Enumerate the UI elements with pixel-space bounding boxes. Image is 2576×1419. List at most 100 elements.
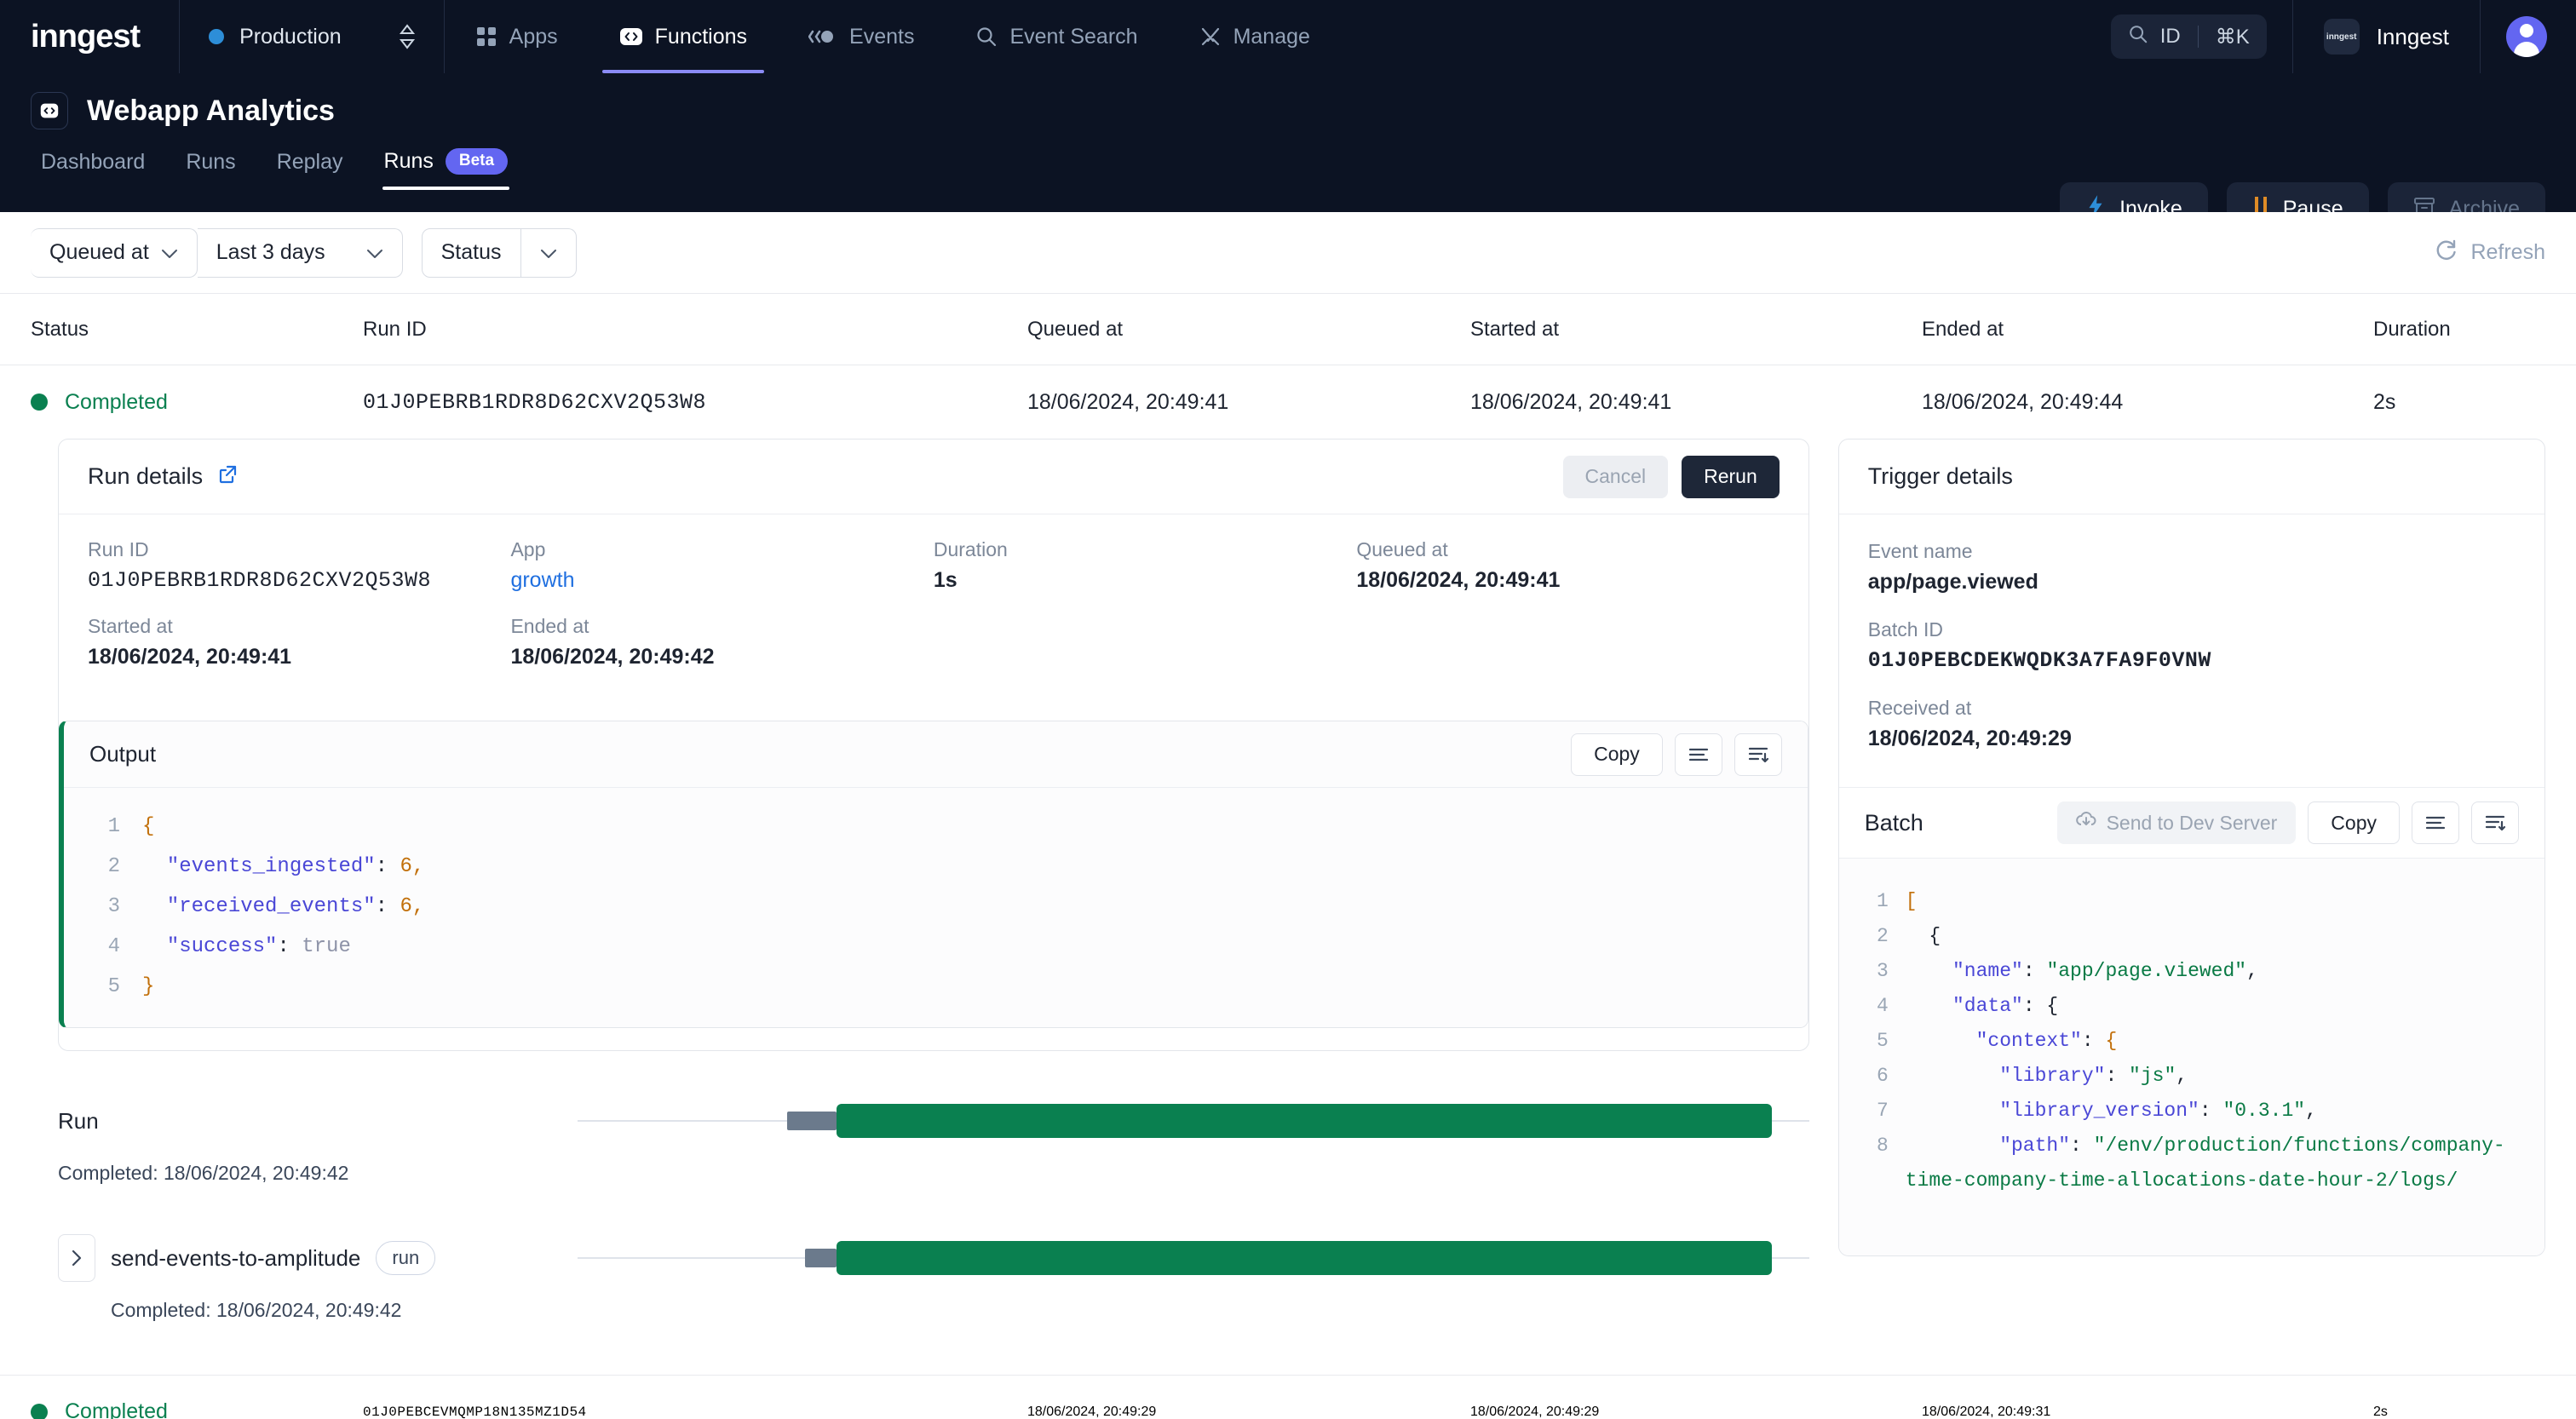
row-started-at: 18/06/2024, 20:49:41: [1470, 389, 1672, 414]
timeline-duration-bar[interactable]: [836, 1104, 1773, 1138]
code-line: 4 "success": true: [64, 927, 1808, 967]
status-filter-label: Status: [440, 240, 502, 264]
timeline-track: [578, 1241, 1809, 1275]
trigger-details-pane: Trigger details Event name app/page.view…: [1837, 439, 2545, 1322]
trigger-event-name: Event name app/page.viewed: [1868, 540, 2516, 595]
nav-item-label: Manage: [1233, 24, 1310, 49]
nav-item-events[interactable]: Events: [785, 0, 938, 73]
code-line-number: 2: [107, 855, 120, 878]
detail-value: 18/06/2024, 20:49:41: [88, 645, 292, 669]
copy-output-button[interactable]: Copy: [1571, 732, 1663, 776]
nav-item-apps[interactable]: Apps: [451, 0, 582, 73]
tab-runs-beta[interactable]: Runs Beta: [364, 148, 529, 190]
code-line: 5}: [64, 967, 1808, 1007]
time-range-filter[interactable]: Last 3 days: [197, 227, 403, 278]
id-search-shortcut: ⌘K: [2215, 25, 2250, 49]
id-search-divider: [2197, 26, 2199, 48]
trigger-details-title: Trigger details: [1867, 463, 2013, 489]
nav-item-event-search[interactable]: Event Search: [952, 0, 1161, 73]
send-to-dev-server-label: Send to Dev Server: [2106, 811, 2278, 834]
column-header-status[interactable]: Status: [31, 318, 363, 342]
rerun-button[interactable]: Rerun: [1682, 455, 1780, 498]
column-header-run-id[interactable]: Run ID: [363, 318, 1027, 342]
expanded-run-panel: Run details Cancel Rerun Run ID 01J0PEBR…: [0, 439, 2576, 1322]
code-line-number: 1: [107, 815, 120, 838]
nav-item-functions[interactable]: Functions: [595, 0, 771, 73]
external-link-icon[interactable]: [216, 463, 239, 490]
user-menu[interactable]: [2481, 0, 2576, 73]
avatar[interactable]: [2506, 16, 2547, 57]
code-line-text: "events_ingested": 6,: [142, 855, 425, 878]
time-range-filter-group: Last 3 days: [197, 227, 403, 278]
code-line-text: "library_version": "0.3.1",: [1905, 1100, 2317, 1122]
chevron-right-icon[interactable]: [58, 1234, 95, 1282]
detail-app: App growth: [510, 538, 933, 593]
column-header-duration[interactable]: Duration: [2373, 318, 2544, 342]
status-dot: [31, 1403, 48, 1419]
status-filter-group: Status: [421, 227, 577, 278]
primary-nav-items: Apps Functions Events Event Search Manag…: [445, 0, 1341, 73]
expand-lines-icon[interactable]: [2471, 801, 2519, 844]
refresh-label: Refresh: [2470, 240, 2545, 264]
status-filter-chevron[interactable]: [520, 227, 577, 278]
cancel-run-button[interactable]: Cancel: [1562, 455, 1669, 498]
row-queued-at: 18/06/2024, 20:49:29: [1027, 1404, 1157, 1419]
row-duration: 2s: [2373, 1404, 2388, 1419]
detail-value-app-link[interactable]: growth: [510, 568, 933, 593]
organization-switcher[interactable]: inngest Inngest: [2293, 0, 2480, 73]
column-header-started-at[interactable]: Started at: [1470, 318, 1922, 342]
code-line-text: "success": true: [142, 935, 351, 958]
code-line: 8 "path": "/env/production/functions/com…: [1839, 1129, 2544, 1198]
queued-at-filter[interactable]: Queued at: [31, 227, 198, 278]
send-to-dev-server-button[interactable]: Send to Dev Server: [2056, 801, 2297, 844]
trigger-label: Batch ID: [1867, 618, 1943, 641]
code-line-number: 4: [1876, 995, 1889, 1017]
chevron-down-icon: [540, 240, 557, 265]
column-header-queued-at[interactable]: Queued at: [1027, 318, 1470, 342]
org-name-label: Inngest: [2376, 23, 2449, 49]
trigger-value: 01J0PEBCDEKWQDK3A7FA9F0VNW: [1867, 648, 2211, 673]
table-row[interactable]: Completed 01J0PEBCEVMQMP18N135MZ1D54 18/…: [0, 1375, 2576, 1419]
copy-batch-button[interactable]: Copy: [2308, 801, 2400, 844]
detail-run-id: Run ID 01J0PEBRB1RDR8D62CXV2Q53W8: [88, 538, 510, 593]
expand-lines-icon[interactable]: [1734, 732, 1782, 776]
column-header-ended-at[interactable]: Ended at: [1922, 318, 2373, 342]
chevron-down-icon: [366, 240, 383, 265]
org-logo-badge: inngest: [2323, 19, 2360, 55]
time-range-label: Last 3 days: [216, 240, 325, 264]
refresh-button[interactable]: Refresh: [2435, 238, 2545, 267]
environment-picker[interactable]: Production: [180, 0, 444, 73]
code-line: 6 "library": "js",: [1839, 1059, 2544, 1094]
inngest-logo[interactable]: inngest: [0, 19, 179, 55]
tab-runs-legacy[interactable]: Runs: [165, 150, 256, 190]
grid-icon: [475, 26, 497, 48]
tab-replay[interactable]: Replay: [256, 150, 364, 190]
timeline-duration-bar[interactable]: [836, 1241, 1773, 1275]
status-filter[interactable]: Status: [421, 227, 521, 278]
id-search-button[interactable]: ID ⌘K: [2110, 14, 2267, 59]
wrap-text-icon[interactable]: [1674, 732, 1722, 776]
nav-item-label: Functions: [654, 24, 748, 49]
page-title: Webapp Analytics: [87, 94, 335, 127]
page-title-row: Webapp Analytics: [31, 73, 2545, 129]
code-line-number: 4: [107, 935, 120, 958]
nav-item-label: Event Search: [1009, 24, 1138, 49]
run-details-title: Run details: [88, 463, 204, 489]
detail-duration: Duration 1s: [934, 538, 1356, 593]
wrap-text-icon[interactable]: [2412, 801, 2459, 844]
code-line-text: [: [1905, 890, 1918, 912]
table-row[interactable]: Completed 01J0PEBRB1RDR8D62CXV2Q53W8 18/…: [0, 365, 2576, 439]
tab-dashboard[interactable]: Dashboard: [31, 150, 165, 190]
trigger-details-card: Trigger details Event name app/page.view…: [1837, 439, 2545, 1256]
nav-item-manage[interactable]: Manage: [1176, 0, 1334, 73]
run-timeline: Run Completed: 18/06/2024, 20:49:42 send…: [58, 1051, 1809, 1322]
timeline-subtitle: Completed: 18/06/2024, 20:49:42: [58, 1162, 349, 1184]
detail-value: 1s: [933, 568, 957, 592]
run-details-pane: Run details Cancel Rerun Run ID 01J0PEBR…: [58, 439, 1809, 1322]
timeline-track: [578, 1104, 1809, 1138]
tab-label: Replay: [276, 150, 343, 174]
beta-badge: Beta: [445, 148, 509, 175]
code-line: 5 "context": {: [1839, 1024, 2544, 1059]
code-line-number: 6: [1876, 1065, 1889, 1087]
row-run-id: 01J0PEBCEVMQMP18N135MZ1D54: [363, 1404, 587, 1419]
